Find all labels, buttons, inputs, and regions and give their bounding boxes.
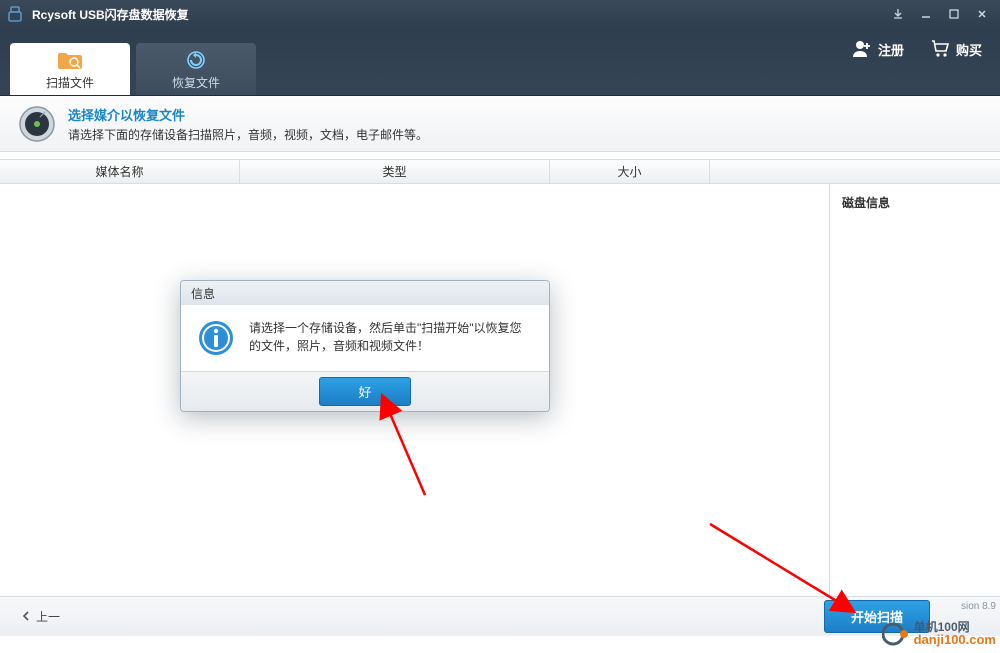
- disk-info-panel: 磁盘信息: [830, 184, 1000, 596]
- dialog-ok-button[interactable]: 好: [319, 377, 410, 406]
- watermark: 单机100网 danji100.com: [882, 620, 996, 648]
- instruction-bar: 选择媒介以恢复文件 请选择下面的存储设备扫描照片，音频，视频，文档，电子邮件等。: [0, 96, 1000, 152]
- buy-button[interactable]: 购买: [930, 38, 982, 61]
- close-button[interactable]: [968, 3, 996, 25]
- top-actions: 注册 购买: [852, 38, 982, 61]
- window-title: Rcysoft USB闪存盘数据恢复: [32, 6, 884, 23]
- window-titlebar: Rcysoft USB闪存盘数据恢复: [0, 0, 1000, 28]
- version-text: sion 8.9: [961, 601, 996, 612]
- watermark-text: 单机100网 danji100.com: [914, 621, 996, 647]
- dialog-footer: 好: [181, 371, 549, 411]
- app-icon: [8, 6, 24, 22]
- tab-scan-label: 扫描文件: [46, 76, 94, 90]
- spacer: [0, 152, 1000, 160]
- folder-search-icon: [56, 49, 84, 71]
- recover-icon: [182, 49, 210, 71]
- info-dialog: 信息 请选择一个存储设备，然后单击"扫描开始"以恢复您的文件，照片，音频和视频文…: [180, 280, 550, 412]
- tab-recover-label: 恢复文件: [172, 76, 220, 90]
- column-size[interactable]: 大小: [550, 160, 710, 183]
- chevron-left-icon: [22, 610, 32, 624]
- watermark-logo-icon: [882, 620, 910, 648]
- download-button[interactable]: [884, 3, 912, 25]
- instruction-headline: 选择媒介以恢复文件: [68, 105, 428, 124]
- user-plus-icon: [852, 38, 872, 61]
- register-button[interactable]: 注册: [852, 38, 904, 61]
- window-controls: [884, 3, 996, 25]
- buy-label: 购买: [956, 40, 982, 59]
- media-disc-icon: [18, 105, 56, 143]
- column-type[interactable]: 类型: [240, 160, 550, 183]
- tab-recover-files[interactable]: 恢复文件: [136, 43, 256, 95]
- column-spacer: [710, 160, 1000, 183]
- minimize-button[interactable]: [912, 3, 940, 25]
- top-bar: 扫描文件 恢复文件 注册 购买: [0, 28, 1000, 96]
- watermark-domain: danji100.com: [914, 632, 996, 647]
- dialog-title: 信息: [181, 281, 549, 305]
- footer-bar: 上一 开始扫描: [0, 596, 1000, 636]
- dialog-message: 请选择一个存储设备，然后单击"扫描开始"以恢复您的文件，照片，音频和视频文件！: [249, 319, 533, 355]
- back-button[interactable]: 上一: [22, 608, 60, 625]
- tab-scan-files[interactable]: 扫描文件: [10, 43, 130, 95]
- tab-strip: 扫描文件 恢复文件: [10, 43, 256, 95]
- info-icon: [197, 319, 235, 357]
- maximize-button[interactable]: [940, 3, 968, 25]
- column-media-name[interactable]: 媒体名称: [0, 160, 240, 183]
- instruction-subtext: 请选择下面的存储设备扫描照片，音频，视频，文档，电子邮件等。: [68, 126, 428, 143]
- register-label: 注册: [878, 40, 904, 59]
- back-label: 上一: [36, 608, 60, 625]
- table-header: 媒体名称 类型 大小: [0, 160, 1000, 184]
- instruction-texts: 选择媒介以恢复文件 请选择下面的存储设备扫描照片，音频，视频，文档，电子邮件等。: [68, 105, 428, 143]
- disk-info-title: 磁盘信息: [842, 194, 988, 211]
- cart-icon: [930, 38, 950, 61]
- dialog-body: 请选择一个存储设备，然后单击"扫描开始"以恢复您的文件，照片，音频和视频文件！: [181, 305, 549, 371]
